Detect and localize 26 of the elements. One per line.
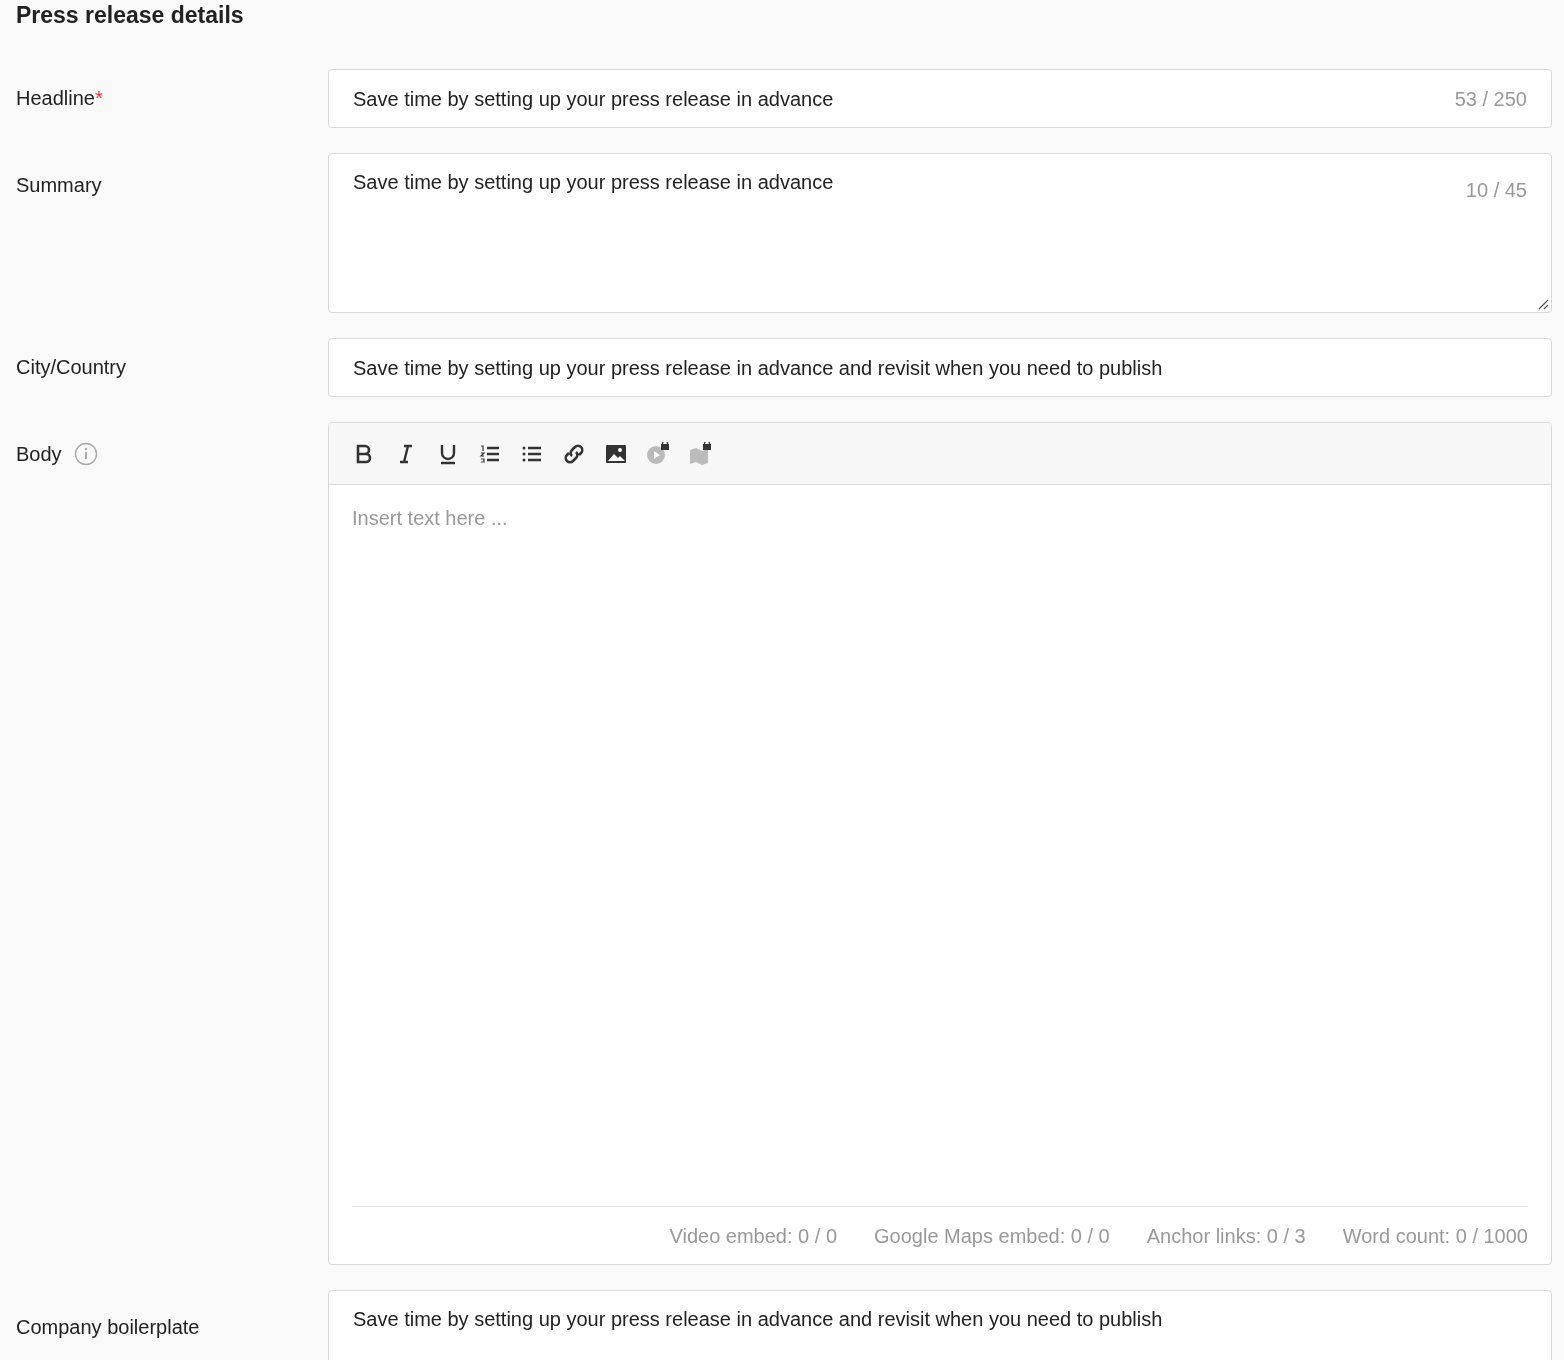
field-label: Summary [16,173,102,197]
resize-handle-icon[interactable] [1537,298,1549,310]
text-area[interactable]: Save time by setting up your press release in advance and revisit when you need to publish [328,1290,1552,1360]
field-value[interactable]: Save time by setting up your press release in advance [353,83,1439,114]
field-label: City/Country [16,355,127,379]
editor-stat: Anchor links: 0 / 3 [1146,1223,1306,1249]
field-label: Company boilerplate [16,1315,200,1339]
required-asterisk: * [94,86,103,110]
field-label: Body [16,442,62,466]
field-value[interactable]: Save time by setting up your press release in advance and revisit when you need to publish [353,352,1527,383]
character-counter: 53 / 250 [1454,86,1527,112]
field-label: Headline [16,86,95,110]
field-value[interactable]: Save time by setting up your press release in advance and revisit when you need to publish [353,1306,1527,1360]
map-button[interactable] [688,439,712,468]
video-lock-icon [646,441,670,466]
editor-stat: Word count: 0 / 1000 [1342,1223,1528,1249]
editor-stat: Google Maps embed: 0 / 0 [874,1223,1110,1249]
section-title: Press release details [15,1,245,30]
field-value[interactable]: Save time by setting up your press release in advance [353,169,1450,269]
text-area[interactable]: Save time by setting up your press release in advance 10 / 45 [328,153,1552,313]
editor-stat: Video embed: 0 / 0 [669,1223,837,1249]
text-field[interactable]: Save time by setting up your press release in advance and revisit when you need to publish [328,338,1552,397]
map-lock-icon [688,441,712,466]
text-field[interactable]: Save time by setting up your press release in advance 53 / 250 [328,69,1552,128]
body-text-area[interactable]: Insert text here ... [352,485,1528,1206]
character-counter: 10 / 45 [1465,178,1527,203]
